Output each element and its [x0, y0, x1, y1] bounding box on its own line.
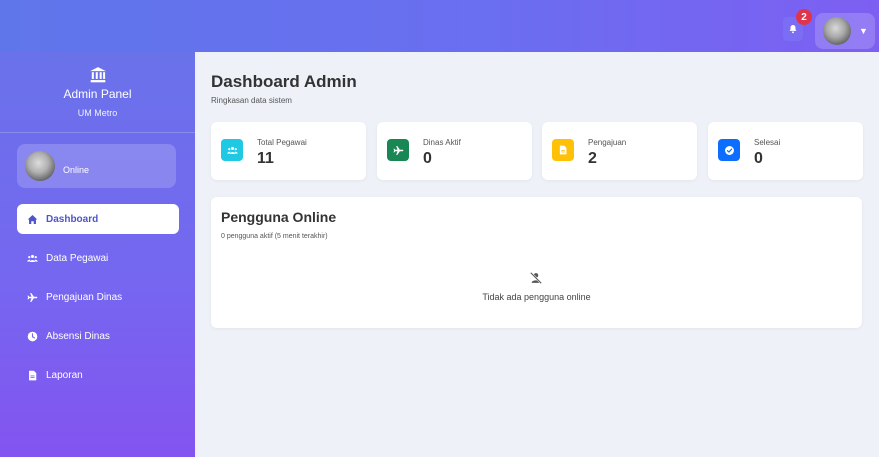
sidebar-brand: Admin Panel UM Metro — [0, 66, 195, 118]
sidebar-item-absensi-dinas[interactable]: Absensi Dinas — [17, 321, 179, 351]
clock-icon — [27, 331, 38, 341]
top-navbar: 2 ▼ — [0, 0, 879, 52]
sidebar-item-pengajuan-dinas[interactable]: Pengajuan Dinas — [17, 282, 179, 312]
stat-label: Selesai — [754, 138, 781, 147]
sidebar-item-laporan[interactable]: Laporan — [17, 360, 179, 390]
stat-icon-box — [221, 139, 243, 161]
file-icon — [559, 145, 567, 155]
page-subtitle: Ringkasan data sistem — [211, 96, 292, 105]
main-content: Dashboard Admin Ringkasan data sistem To… — [195, 52, 879, 457]
caret-down-icon: ▼ — [859, 26, 868, 36]
institution-icon — [89, 67, 106, 83]
stat-card-total-pegawai: Total Pegawai 11 — [211, 122, 366, 180]
sidebar-item-dashboard[interactable]: Dashboard — [17, 204, 179, 234]
avatar — [823, 17, 851, 45]
stat-label: Total Pegawai — [257, 138, 307, 147]
avatar — [25, 151, 55, 181]
sidebar-item-label: Data Pegawai — [46, 252, 109, 264]
online-users-card: Pengguna Online 0 pengguna aktif (5 meni… — [211, 197, 862, 328]
plane-icon — [393, 145, 403, 155]
sidebar-nav: Dashboard Data Pegawai Pengajuan Dinas A… — [17, 204, 179, 399]
sidebar-item-label: Absensi Dinas — [46, 330, 110, 342]
stat-icon-box — [387, 139, 409, 161]
brand-title: Admin Panel — [63, 87, 132, 101]
sidebar-item-label: Laporan — [46, 369, 83, 381]
sidebar-item-label: Dashboard — [46, 213, 99, 225]
stat-value: 0 — [423, 150, 432, 167]
online-users-empty-text: Tidak ada pengguna online — [482, 292, 591, 302]
stat-card-pengajuan: Pengajuan 2 — [542, 122, 697, 180]
stat-icon-box — [552, 139, 574, 161]
home-icon — [27, 214, 38, 224]
stat-value: 11 — [257, 150, 274, 167]
stat-label: Pengajuan — [588, 138, 627, 147]
online-users-subtitle: 0 pengguna aktif (5 menit terakhir) — [221, 233, 328, 240]
bell-icon — [789, 24, 797, 34]
stat-card-dinas-aktif: Dinas Aktif 0 — [377, 122, 532, 180]
stat-value: 0 — [754, 150, 763, 167]
notification-badge: 2 — [796, 9, 812, 25]
stat-value: 2 — [588, 150, 597, 167]
online-users-title: Pengguna Online — [221, 209, 337, 225]
stat-icon-box — [718, 139, 740, 161]
user-status-label: Online — [63, 165, 90, 175]
user-slash-icon — [530, 272, 542, 284]
user-menu-button[interactable]: ▼ — [815, 13, 875, 49]
page-title: Dashboard Admin — [211, 72, 357, 91]
stat-card-selesai: Selesai 0 — [708, 122, 863, 180]
file-icon — [29, 370, 37, 380]
users-icon — [226, 146, 238, 154]
sidebar-divider — [0, 132, 195, 133]
plane-icon — [27, 292, 38, 302]
sidebar-item-data-pegawai[interactable]: Data Pegawai — [17, 243, 179, 273]
sidebar-user-card[interactable]: Online — [17, 144, 176, 188]
sidebar: Admin Panel UM Metro Online Dashboard Da… — [0, 52, 195, 457]
brand-subtitle: UM Metro — [77, 108, 118, 118]
sidebar-item-label: Pengajuan Dinas — [46, 291, 123, 303]
check-circle-icon — [724, 145, 734, 155]
users-icon — [27, 254, 38, 262]
stat-label: Dinas Aktif — [423, 138, 461, 147]
